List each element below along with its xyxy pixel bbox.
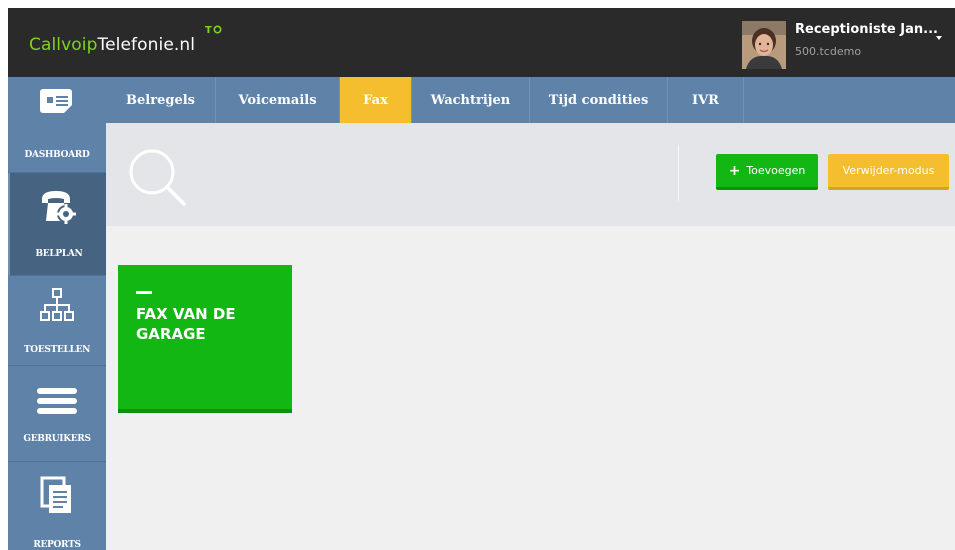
logo-text-callvoip: Callvoip xyxy=(29,35,98,55)
sidebar-item-reports[interactable]: REPORTS xyxy=(8,462,106,550)
sidebar-label-dashboard: DASHBOARD xyxy=(24,150,90,160)
tab-wachtrijen[interactable]: Wachtrijen xyxy=(412,77,530,123)
tab-voicemails[interactable]: Voicemails xyxy=(216,77,340,123)
sidebar-item-toestellen[interactable]: TOESTELLEN xyxy=(8,276,106,366)
sidebar-label-gebruikers: GEBRUIKERS xyxy=(23,434,91,444)
sidebar-label-belplan: BELPLAN xyxy=(35,249,83,259)
top-bar: CallvoipTelefonie.nl T Receptioniste Jan… xyxy=(8,8,955,77)
add-button-label: Toevoegen xyxy=(746,164,806,177)
logo[interactable]: CallvoipTelefonie.nl T xyxy=(29,25,222,55)
phone-settings-icon xyxy=(10,187,108,225)
sidebar: DASHBOARD BELPLAN TOESTELLEN GEBRUIKERS … xyxy=(8,77,106,550)
delete-mode-button[interactable]: Verwijder-modus xyxy=(828,154,949,190)
tab-ivr[interactable]: IVR xyxy=(668,77,744,123)
search-toolbar: + Toevoegen Verwijder-modus xyxy=(106,123,955,226)
sidebar-item-dashboard[interactable]: DASHBOARD xyxy=(8,77,106,173)
fax-card[interactable]: FAX VAN DE GARAGE xyxy=(118,265,292,413)
sidebar-item-gebruikers[interactable]: GEBRUIKERS xyxy=(8,366,106,462)
logo-text-telefonie: Telefonie.nl xyxy=(97,35,196,55)
dashboard-icon xyxy=(8,86,106,116)
sidebar-label-toestellen: TOESTELLEN xyxy=(23,345,91,355)
tab-bar: Belregels Voicemails Fax Wachtrijen Tijd… xyxy=(106,77,955,130)
search-icon[interactable] xyxy=(128,148,190,212)
delete-mode-label: Verwijder-modus xyxy=(842,164,935,177)
user-menu-caret-icon[interactable] xyxy=(936,32,942,43)
logo-mark-icon: T xyxy=(205,25,222,36)
plus-icon: + xyxy=(728,162,741,179)
user-account: 500.tcdemo xyxy=(795,45,862,58)
tab-belregels[interactable]: Belregels xyxy=(106,77,216,123)
user-avatar[interactable] xyxy=(742,21,786,69)
content-area: FAX VAN DE GARAGE xyxy=(106,226,955,550)
sidebar-item-belplan[interactable]: BELPLAN xyxy=(8,173,106,276)
tab-fax[interactable]: Fax xyxy=(340,77,412,123)
card-dash xyxy=(136,291,152,294)
tab-tijd-condities[interactable]: Tijd condities xyxy=(530,77,668,123)
add-button[interactable]: + Toevoegen xyxy=(716,154,818,190)
app-frame: CallvoipTelefonie.nl T Receptioniste Jan… xyxy=(8,8,955,550)
documents-icon xyxy=(8,476,106,516)
toolbar-divider xyxy=(678,145,679,201)
network-tree-icon xyxy=(8,287,106,325)
menu-lines-icon xyxy=(8,386,106,416)
fax-card-title: FAX VAN DE GARAGE xyxy=(136,305,236,343)
sidebar-label-reports: REPORTS xyxy=(33,540,81,550)
user-name[interactable]: Receptioniste Jan... xyxy=(795,22,938,37)
